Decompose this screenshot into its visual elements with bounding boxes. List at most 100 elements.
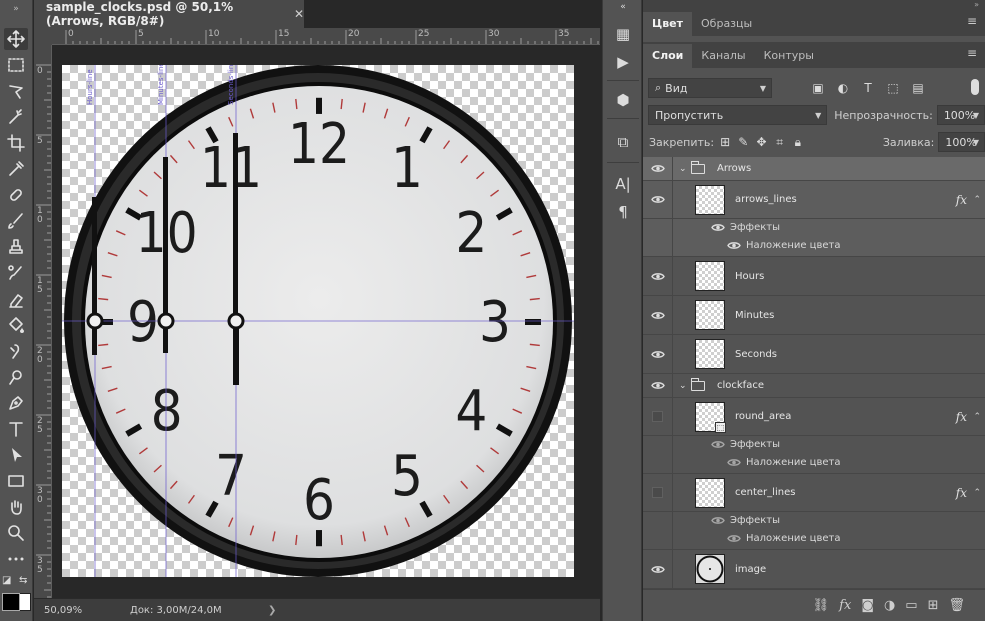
document-tab[interactable]: sample_clocks.psd @ 50,1% (Arrows, RGB/8… [34, 0, 304, 28]
trash-icon[interactable]: 🗑︎ [948, 598, 965, 613]
visibility-toggle[interactable] [643, 550, 673, 588]
effects-item[interactable]: Эффекты [711, 515, 780, 526]
chevron-down-icon[interactable]: ⌄ [679, 164, 687, 174]
close-icon[interactable]: ✕ [294, 7, 304, 21]
effect-item[interactable]: Наложение цвета [727, 240, 841, 251]
paint-bucket-tool-icon[interactable] [4, 314, 28, 336]
path-selection-tool-icon[interactable] [4, 444, 28, 466]
marquee-tool-icon[interactable] [4, 54, 28, 76]
vertical-ruler[interactable]: 0 5 1 0 1 5 2 0 2 5 3 0 3 5 [34, 45, 52, 598]
status-menu-arrow[interactable]: ❯ [268, 605, 276, 616]
pen-tool-icon[interactable] [4, 392, 28, 414]
layer-thumbnail[interactable] [695, 261, 725, 291]
visibility-toggle[interactable] [643, 335, 673, 373]
effects-item[interactable]: Эффекты [711, 222, 780, 233]
rectangle-tool-icon[interactable] [4, 470, 28, 492]
tab-swatches[interactable]: Образцы [692, 12, 761, 36]
healing-brush-tool-icon[interactable] [4, 184, 28, 206]
chevron-up-icon[interactable]: ⌃ [973, 488, 981, 498]
adjustment-icon[interactable]: ◑ [884, 598, 895, 613]
layer-thumbnail[interactable] [695, 554, 725, 584]
swap-colors-icon[interactable]: ⇆ [19, 575, 27, 586]
mask-icon[interactable]: ◙ [861, 598, 874, 613]
fx-icon[interactable]: fx [839, 598, 851, 613]
chevron-up-icon[interactable]: ⌃ [973, 412, 981, 422]
crop-tool-icon[interactable] [4, 132, 28, 154]
effect-item[interactable]: Наложение цвета [727, 457, 841, 468]
eyedropper-tool-icon[interactable] [4, 158, 28, 180]
canvas[interactable]: 12 1 2 3 4 5 6 7 8 9 10 11 Hours-line Minutes-line … [62, 65, 574, 577]
collapse-icon[interactable]: « [611, 0, 635, 14]
hidden-checkbox[interactable] [652, 411, 663, 422]
effect-item[interactable]: Наложение цвета [727, 533, 841, 544]
move-tool-icon[interactable] [4, 28, 28, 50]
layer-thumbnail[interactable] [695, 300, 725, 330]
visibility-toggle[interactable] [643, 398, 673, 435]
smudge-tool-icon[interactable] [4, 340, 28, 362]
opacity-input[interactable]: 100% ▼ [936, 105, 985, 125]
dodge-tool-icon[interactable] [4, 366, 28, 388]
fill-input[interactable]: 100% ▼ [938, 132, 985, 152]
character-panel-icon[interactable]: A| [611, 172, 635, 196]
quick-selection-tool-icon[interactable] [4, 106, 28, 128]
filter-toggle[interactable] [971, 79, 979, 95]
visibility-toggle[interactable] [643, 181, 673, 218]
folder-icon[interactable]: ▭ [905, 598, 917, 613]
foreground-color-swatch[interactable] [2, 593, 20, 611]
filter-kind-select[interactable]: ⌕ Вид ▼ [648, 78, 772, 98]
lasso-tool-icon[interactable] [4, 80, 28, 102]
effects-item[interactable]: Эффекты [711, 439, 780, 450]
visibility-toggle[interactable] [643, 157, 673, 180]
3d-panel-icon[interactable]: ⬢ [611, 88, 635, 112]
layer-row[interactable]: ⌄ Arrows [643, 157, 985, 181]
type-filter-icon[interactable]: T [858, 78, 878, 98]
history-brush-tool-icon[interactable] [4, 262, 28, 284]
canvas-area[interactable]: 12 1 2 3 4 5 6 7 8 9 10 11 Hours-line Minutes-line … [52, 45, 600, 598]
color-swatches[interactable]: ◪ ⇆ [2, 575, 32, 619]
layer-thumbnail[interactable] [695, 478, 725, 508]
fx-icon[interactable]: fx [956, 410, 967, 424]
visibility-toggle[interactable] [643, 296, 673, 334]
visibility-toggle[interactable] [643, 374, 673, 397]
layer-row[interactable]: Hours [643, 257, 985, 296]
zoom-tool-icon[interactable] [4, 522, 28, 544]
link-icon[interactable]: ⛓ [813, 598, 830, 613]
clone-stamp-tool-icon[interactable] [4, 236, 28, 258]
layer-comps-icon[interactable]: ⧉ [611, 130, 635, 154]
layer-thumbnail[interactable] [695, 185, 725, 215]
ruler-corner[interactable] [34, 28, 52, 45]
layer-row[interactable]: center_lines fx ⌃ [643, 474, 985, 512]
new-layer-icon[interactable]: ⊞ [928, 598, 939, 613]
pixel-filter-icon[interactable]: ▣ [808, 78, 828, 98]
chevron-up-icon[interactable]: ⌃ [973, 195, 981, 205]
eraser-tool-icon[interactable] [4, 288, 28, 310]
shape-filter-icon[interactable]: ⬚ [883, 78, 903, 98]
paragraph-panel-icon[interactable]: ¶ [611, 200, 635, 224]
default-colors-icon[interactable]: ◪ [2, 575, 11, 586]
layer-row[interactable]: Seconds [643, 335, 985, 374]
brush-tool-icon[interactable] [4, 210, 28, 232]
more-tools-icon[interactable] [4, 548, 28, 570]
fx-icon[interactable]: fx [956, 486, 967, 500]
visibility-toggle[interactable] [643, 474, 673, 511]
layer-row[interactable]: arrows_lines fx ⌃ [643, 181, 985, 219]
type-tool-icon[interactable] [4, 418, 28, 440]
smart-object-filter-icon[interactable]: ▤ [908, 78, 928, 98]
panel-menu-icon[interactable]: ≡ [967, 15, 977, 27]
lock-all-icon[interactable]: 🔒︎ [789, 132, 807, 152]
lock-artboard-icon[interactable]: ⌗ [771, 132, 789, 152]
lock-pixels-icon[interactable]: ✎ [734, 132, 752, 152]
lock-transparency-icon[interactable]: ⊞ [716, 132, 734, 152]
layer-row[interactable]: ⬚ round_area fx ⌃ [643, 398, 985, 436]
tab-color[interactable]: Цвет [643, 12, 693, 36]
tab-channels[interactable]: Каналы [692, 44, 754, 68]
chevron-down-icon[interactable]: ⌄ [679, 381, 687, 391]
zoom-level[interactable]: 50,09% [34, 605, 114, 616]
layer-thumbnail[interactable]: ⬚ [695, 402, 726, 433]
lock-position-icon[interactable]: ✥ [752, 132, 770, 152]
layer-row[interactable]: Minutes [643, 296, 985, 335]
horizontal-ruler[interactable]: 0 5 10 15 20 25 30 35 [52, 28, 600, 45]
layers-menu-icon[interactable]: ≡ [967, 47, 977, 59]
layer-row[interactable]: image [643, 550, 985, 589]
tab-layers[interactable]: Слои [643, 44, 693, 68]
